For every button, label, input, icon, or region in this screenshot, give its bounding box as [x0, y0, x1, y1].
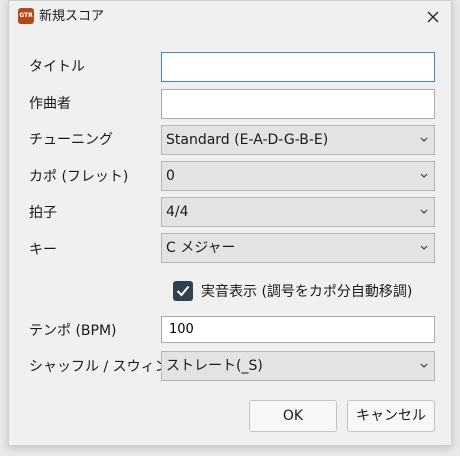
capo-select[interactable]: 0 — [161, 161, 435, 191]
tuning-value: Standard (E-A-D-G-B-E) — [166, 132, 329, 148]
feel-label: シャッフル / スウィング — [29, 359, 183, 375]
dialog-title: 新規スコア — [39, 9, 105, 24]
tempo-input[interactable] — [161, 316, 435, 343]
capo-label: カポ (フレット) — [29, 169, 129, 185]
new-score-dialog: GTR 新規スコア タイトル 作曲者 チューニング Standard (E-A-… — [8, 0, 452, 446]
capo-value: 0 — [166, 168, 175, 184]
time-signature-select[interactable]: 4/4 — [161, 197, 435, 227]
tuning-select[interactable]: Standard (E-A-D-G-B-E) — [161, 125, 435, 155]
concert-pitch-checkbox[interactable] — [173, 281, 193, 301]
time-signature-value: 4/4 — [166, 204, 189, 220]
title-input[interactable] — [161, 52, 435, 82]
feel-select[interactable]: ストレート(_S) — [161, 351, 435, 381]
feel-value: ストレート(_S) — [166, 358, 263, 374]
key-label: キー — [29, 242, 57, 258]
chevron-down-icon — [420, 363, 428, 368]
app-icon: GTR — [18, 8, 34, 24]
cancel-button[interactable]: キャンセル — [347, 400, 435, 432]
ok-button[interactable]: OK — [249, 400, 337, 432]
key-value: C メジャー — [166, 240, 236, 256]
tempo-label: テンポ (BPM) — [29, 323, 117, 339]
title-bar: GTR 新規スコア — [9, 1, 451, 33]
concert-pitch-label[interactable]: 実音表示 (調号をカポ分自動移調) — [201, 283, 412, 301]
chevron-down-icon — [420, 173, 428, 178]
close-icon — [427, 11, 439, 23]
close-button[interactable] — [419, 3, 447, 31]
tuning-label: チューニング — [29, 132, 113, 148]
composer-input[interactable] — [161, 89, 435, 119]
key-select[interactable]: C メジャー — [161, 233, 435, 263]
time-signature-label: 拍子 — [29, 205, 57, 221]
title-label: タイトル — [29, 59, 85, 75]
chevron-down-icon — [420, 209, 428, 214]
checkmark-icon — [176, 285, 190, 297]
chevron-down-icon — [420, 245, 428, 250]
chevron-down-icon — [420, 137, 428, 142]
composer-label: 作曲者 — [29, 96, 71, 112]
